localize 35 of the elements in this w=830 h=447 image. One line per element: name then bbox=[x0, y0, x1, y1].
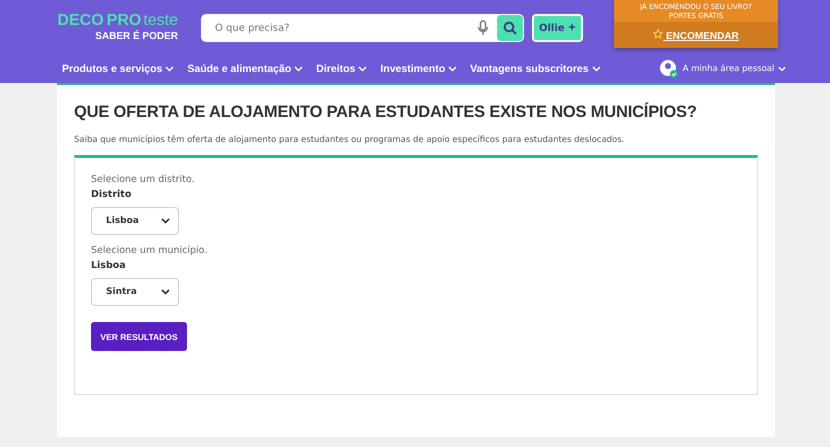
search-field[interactable]: O que precisa? bbox=[213, 22, 477, 34]
chevron-down-icon bbox=[294, 66, 304, 72]
microphone-icon[interactable] bbox=[477, 20, 489, 36]
search-button[interactable] bbox=[497, 15, 523, 41]
field-label: Lisboa bbox=[91, 260, 126, 271]
tagline: SABER É PODER bbox=[95, 31, 178, 42]
chevron-down-icon bbox=[161, 289, 170, 295]
search-bar[interactable]: O que precisa? bbox=[201, 14, 524, 42]
search-icon bbox=[503, 21, 517, 35]
user-avatar-icon bbox=[658, 59, 679, 79]
chevron-down-icon bbox=[778, 66, 786, 72]
field-hint: Selecione um município. bbox=[91, 245, 208, 256]
chevron-down-icon bbox=[592, 66, 601, 72]
nav-menu-item[interactable]: Direitos bbox=[316, 63, 368, 75]
chevron-down-icon bbox=[448, 66, 458, 72]
assistant-button[interactable]: Ollie bbox=[532, 14, 583, 42]
field-label: Distrito bbox=[91, 189, 132, 200]
chevron-down-icon bbox=[165, 66, 174, 72]
field-hint: Selecione um distrito. bbox=[91, 174, 194, 185]
chevron-down-icon bbox=[358, 66, 368, 72]
intro-text: Saiba que municípios têm oferta de alojamento para estudantes ou programas de apoio específicos para estudantes deslocados. bbox=[74, 135, 626, 145]
chevron-down-icon bbox=[161, 218, 170, 224]
account-link[interactable]: A minha área pessoal bbox=[658, 59, 786, 79]
page-heading: QUE OFERTA DE ALOJAMENTO PARA ESTUDANTES EXISTE NOS MUNICÍPIOS? bbox=[74, 103, 698, 122]
dropdown[interactable]: Lisboa bbox=[91, 207, 179, 235]
order-button[interactable]: ENCOMENDAR bbox=[614, 22, 778, 48]
nav-menu-item[interactable]: Investimento bbox=[380, 63, 458, 75]
logo[interactable]: DECO PROteste bbox=[57, 12, 178, 29]
sparkle-icon bbox=[568, 22, 576, 30]
nav-menu-item[interactable]: Produtos e serviços bbox=[62, 63, 174, 75]
dropdown[interactable]: Sintra bbox=[91, 278, 179, 306]
nav-menu-item[interactable]: Vantagens subscritores bbox=[470, 63, 601, 75]
star-icon bbox=[653, 28, 664, 38]
results-button[interactable]: VER RESULTADOS bbox=[91, 322, 187, 351]
nav-menu-item[interactable]: Saúde e alimentação bbox=[187, 63, 304, 75]
